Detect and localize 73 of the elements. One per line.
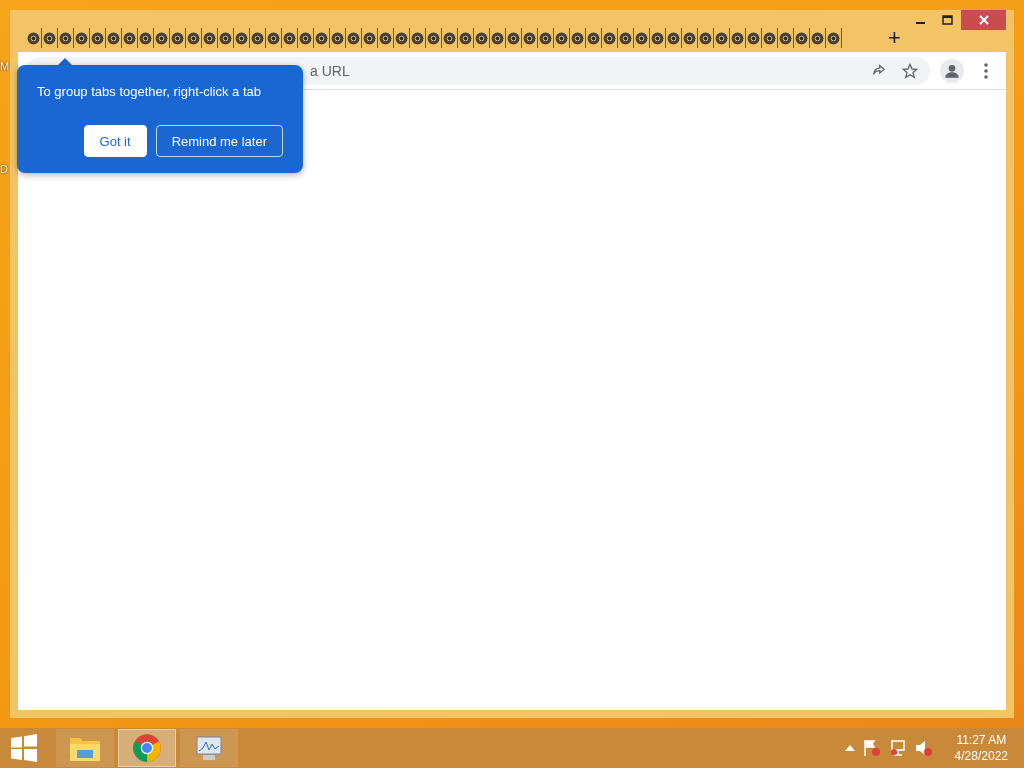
- flag-error-icon[interactable]: [862, 739, 881, 757]
- browser-tab[interactable]: [314, 28, 330, 48]
- browser-tab[interactable]: [730, 28, 746, 48]
- browser-tab[interactable]: [522, 28, 538, 48]
- taskbar-app[interactable]: [118, 729, 176, 767]
- got-it-button[interactable]: Got it: [83, 125, 147, 157]
- address-text: a URL: [310, 62, 351, 79]
- close-icon: [978, 15, 989, 25]
- browser-tab[interactable]: [58, 28, 74, 48]
- browser-tab[interactable]: [698, 28, 714, 48]
- browser-tab[interactable]: [586, 28, 602, 48]
- browser-tab[interactable]: [138, 28, 154, 48]
- maximize-icon: [942, 15, 953, 25]
- browser-tab[interactable]: [186, 28, 202, 48]
- browser-tab[interactable]: [90, 28, 106, 48]
- browser-tab[interactable]: [458, 28, 474, 48]
- browser-tab[interactable]: [490, 28, 506, 48]
- profile-icon[interactable]: [940, 58, 964, 83]
- browser-tab[interactable]: [602, 28, 618, 48]
- clock-date: 4/28/2022: [954, 748, 1008, 764]
- browser-tab[interactable]: [250, 28, 266, 48]
- browser-tab[interactable]: [618, 28, 634, 48]
- close-button[interactable]: [961, 10, 1006, 30]
- browser-tab[interactable]: [106, 28, 122, 48]
- bubble-message: To group tabs together, right-click a tab: [37, 84, 262, 99]
- browser-tab[interactable]: [810, 28, 826, 48]
- clock[interactable]: 11:27 AM 4/28/2022: [954, 732, 1008, 764]
- minimize-icon: [916, 22, 925, 24]
- browser-tab[interactable]: [282, 28, 298, 48]
- browser-tab[interactable]: [442, 28, 458, 48]
- browser-tab[interactable]: [778, 28, 794, 48]
- browser-tab[interactable]: [266, 28, 282, 48]
- browser-tab[interactable]: [74, 28, 90, 48]
- browser-tab[interactable]: [330, 28, 346, 48]
- browser-tab[interactable]: [26, 28, 42, 48]
- browser-tab[interactable]: [410, 28, 426, 48]
- browser-tab[interactable]: [570, 28, 586, 48]
- browser-tab[interactable]: [234, 28, 250, 48]
- chrome-icon: [132, 733, 162, 763]
- browser-tab[interactable]: [714, 28, 730, 48]
- browser-tab[interactable]: [634, 28, 650, 48]
- browser-tab[interactable]: [554, 28, 570, 48]
- browser-tab[interactable]: [394, 28, 410, 48]
- browser-tab[interactable]: [42, 28, 58, 48]
- browser-tab[interactable]: [746, 28, 762, 48]
- new-tab-button[interactable]: +: [884, 25, 905, 51]
- speaker-muted-icon[interactable]: [914, 739, 933, 757]
- browser-tab[interactable]: [538, 28, 554, 48]
- remind-later-button[interactable]: Remind me later: [155, 125, 283, 157]
- desktop-icon-label: M: [0, 60, 10, 72]
- browser-tab[interactable]: [170, 28, 186, 48]
- desktop-icon-label: D: [0, 163, 8, 175]
- browser-tab[interactable]: [426, 28, 442, 48]
- clock-time: 11:27 AM: [956, 732, 1007, 748]
- browser-tab[interactable]: [474, 28, 490, 48]
- browser-tab[interactable]: [650, 28, 666, 48]
- browser-tab[interactable]: [362, 28, 378, 48]
- browser-tab[interactable]: [122, 28, 138, 48]
- browser-tab[interactable]: [682, 28, 698, 48]
- browser-tab[interactable]: [346, 28, 362, 48]
- network-error-icon[interactable]: [888, 739, 907, 757]
- browser-tab[interactable]: [826, 28, 842, 48]
- browser-tab[interactable]: [506, 28, 522, 48]
- browser-tab[interactable]: [202, 28, 218, 48]
- show-hidden-icons-icon[interactable]: [844, 745, 855, 751]
- browser-tab[interactable]: [666, 28, 682, 48]
- performance-monitor-icon: [194, 734, 224, 762]
- browser-tab[interactable]: [762, 28, 778, 48]
- browser-tab[interactable]: [378, 28, 394, 48]
- browser-tab[interactable]: [298, 28, 314, 48]
- browser-tab[interactable]: [794, 28, 810, 48]
- browser-tab[interactable]: [154, 28, 170, 48]
- browser-tab[interactable]: [218, 28, 234, 48]
